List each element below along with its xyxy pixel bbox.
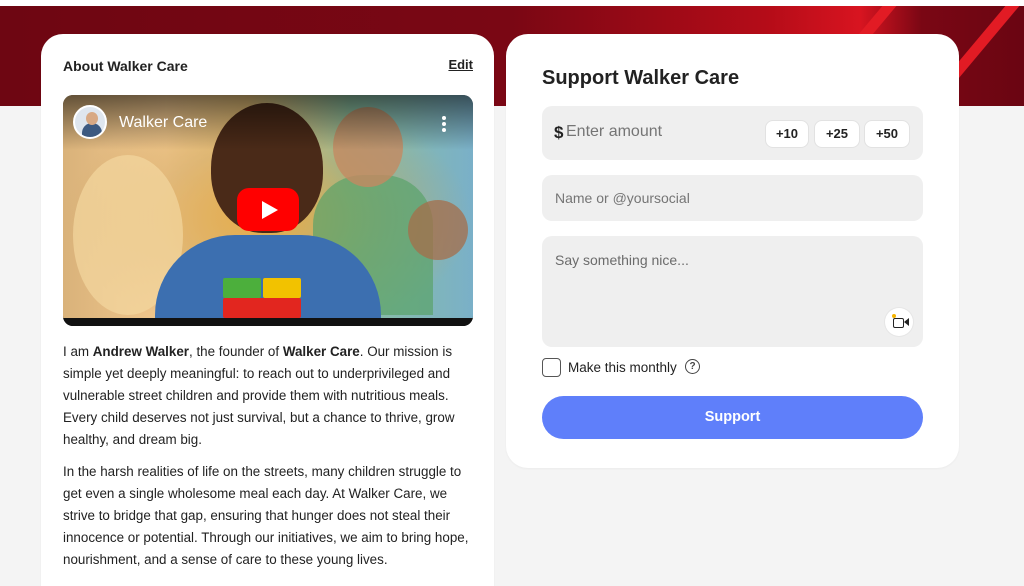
video-camera-icon[interactable] [885, 308, 913, 336]
amount-input[interactable] [566, 123, 756, 141]
about-paragraph: In the harsh realities of life on the st… [63, 464, 469, 567]
play-icon[interactable] [237, 188, 299, 231]
message-field[interactable]: Say something nice... [542, 236, 923, 347]
about-title: About Walker Care [63, 58, 188, 74]
about-card: About Walker Care Edit Walker Care I am … [41, 34, 494, 586]
quick-amount-25-button[interactable]: +25 [814, 120, 860, 148]
monthly-label[interactable]: Make this monthly [568, 360, 677, 375]
quick-amount-50-button[interactable]: +50 [864, 120, 910, 148]
monthly-checkbox[interactable] [542, 358, 561, 377]
video-player[interactable]: Walker Care [63, 95, 473, 326]
video-title[interactable]: Walker Care [119, 114, 207, 132]
kebab-menu-icon[interactable] [441, 115, 447, 133]
support-title: Support Walker Care [542, 67, 740, 89]
support-button[interactable]: Support [542, 396, 923, 439]
quick-amount-10-button[interactable]: +10 [765, 120, 809, 148]
edit-link[interactable]: Edit [448, 57, 473, 72]
message-input[interactable]: Say something nice... [555, 252, 689, 268]
about-paragraph: I am Andrew Walker, the founder of Walke… [63, 344, 455, 447]
support-card: Support Walker Care $ +10 +25 +50 Say so… [506, 34, 959, 468]
toy-blocks [223, 278, 303, 318]
name-field[interactable] [542, 175, 923, 221]
channel-avatar[interactable] [73, 105, 107, 139]
thumbnail-figure [408, 200, 468, 260]
dollar-icon: $ [554, 123, 564, 142]
question-circle-icon[interactable]: ? [685, 359, 700, 374]
name-input[interactable] [555, 190, 905, 206]
about-description: I am Andrew Walker, the founder of Walke… [63, 341, 478, 581]
amount-field[interactable]: $ +10 +25 +50 [542, 106, 923, 160]
video-bottom-bar [63, 318, 473, 326]
